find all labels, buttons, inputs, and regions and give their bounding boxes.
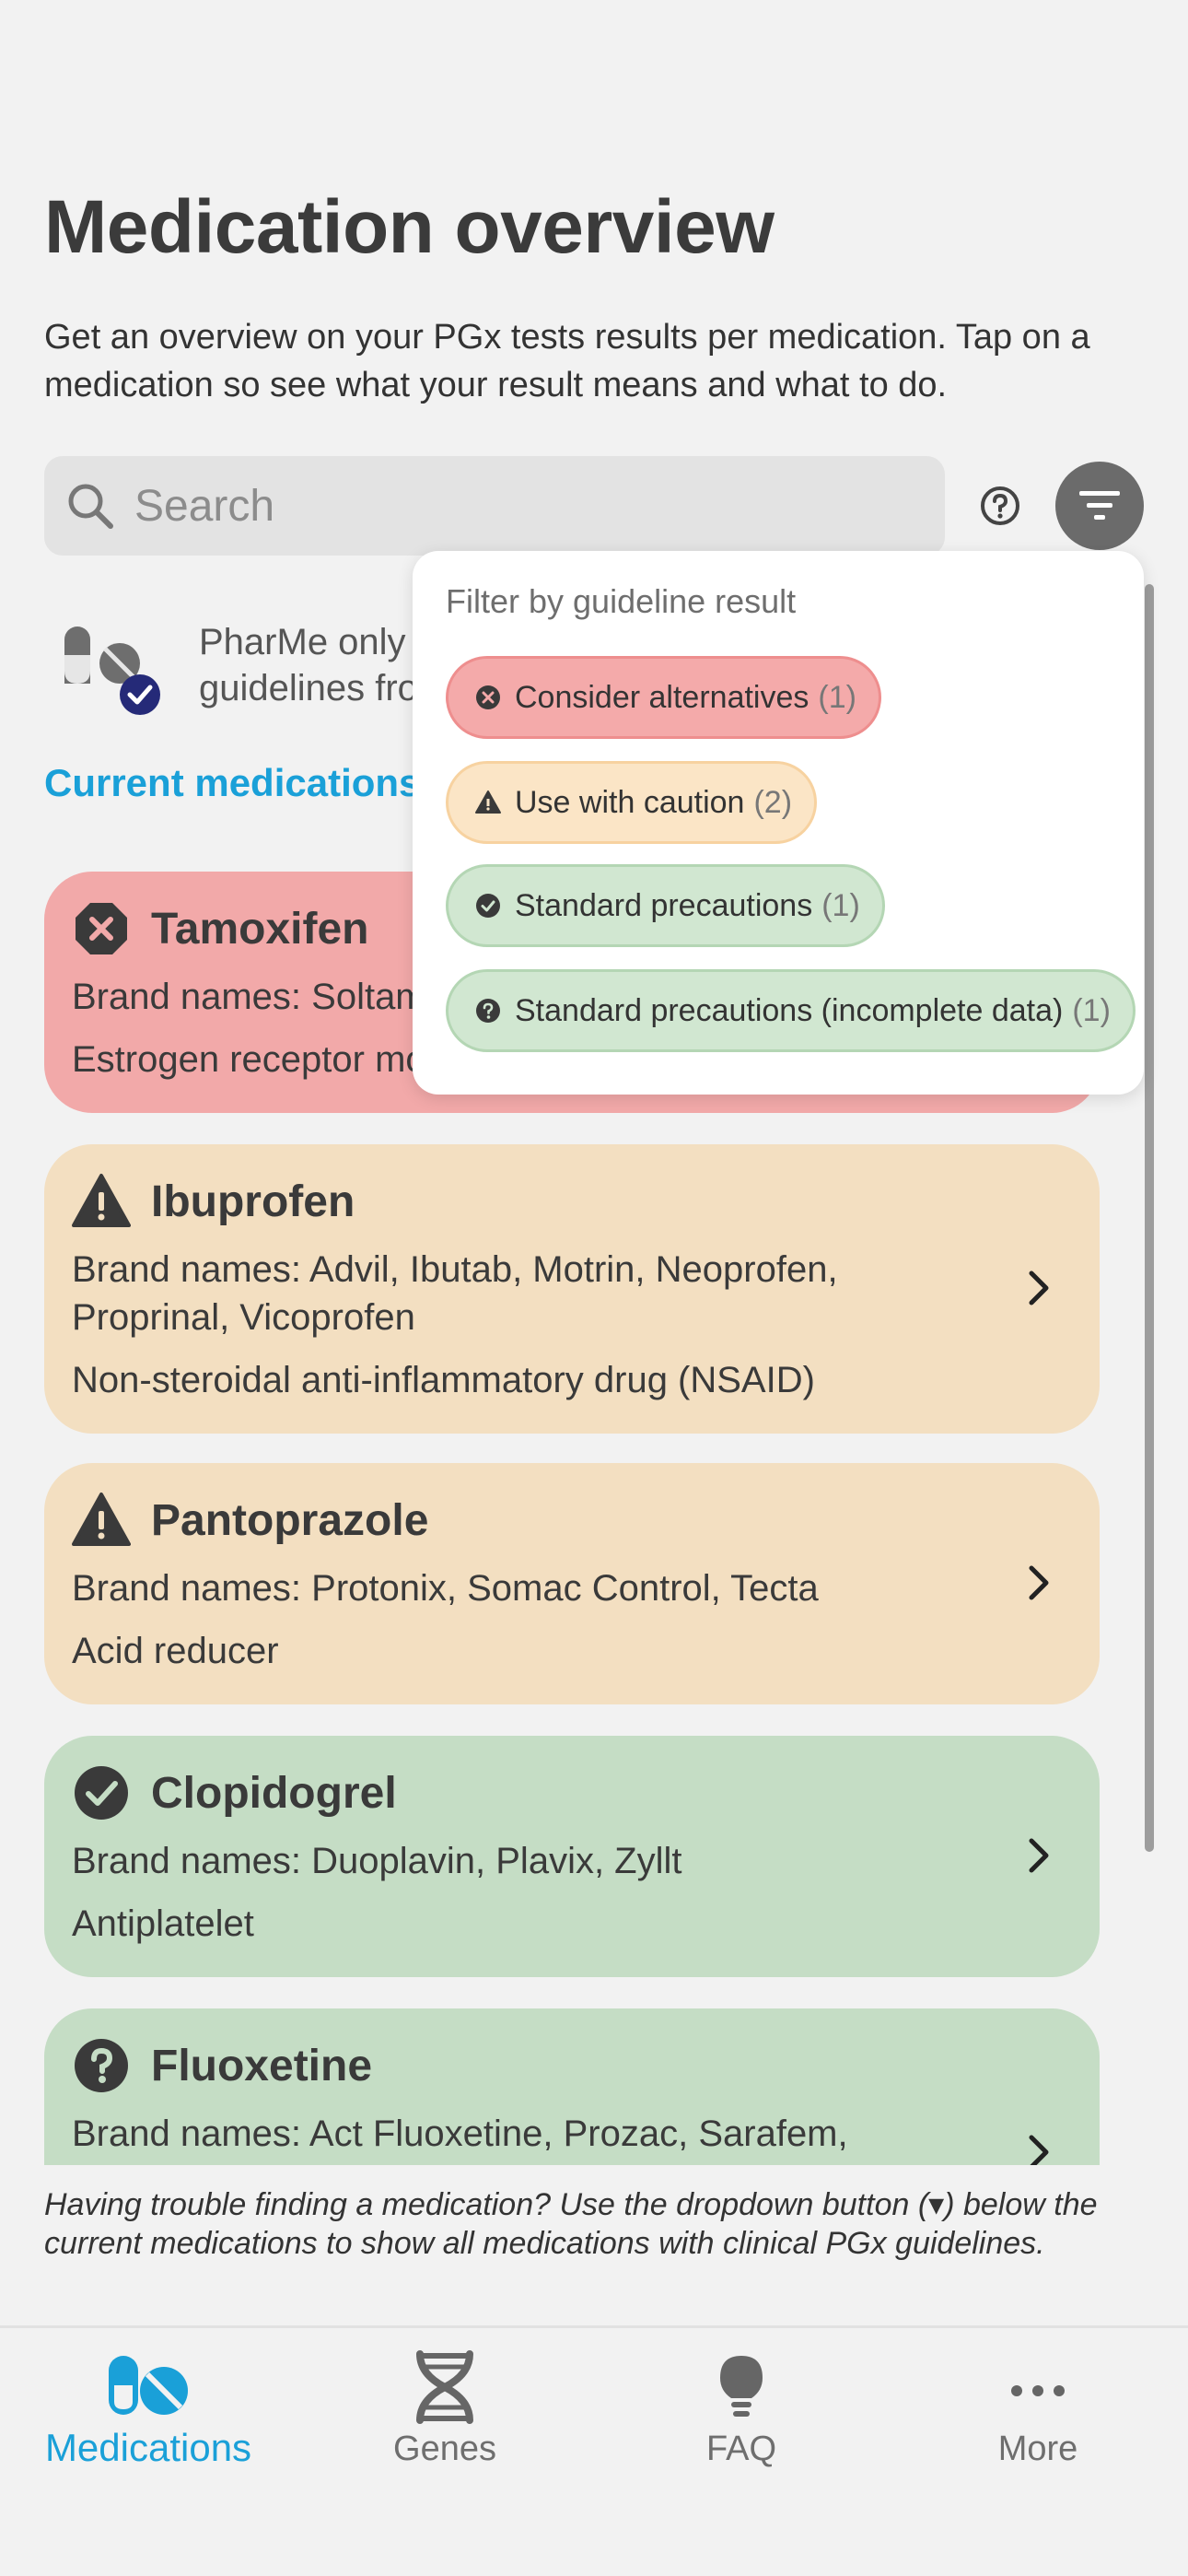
brand-names: Brand names: Protonix, Somac Control, Te… xyxy=(72,1568,819,1609)
question-circle-icon xyxy=(75,2039,128,2092)
medication-name: Pantoprazole xyxy=(151,1495,429,1545)
filter-button[interactable] xyxy=(1055,462,1144,550)
drug-class: Acid reducer xyxy=(72,1631,279,1671)
question-circle-icon xyxy=(476,999,500,1023)
more-icon xyxy=(1011,2385,1065,2396)
bottom-navigation: Medications Genes FAQ More xyxy=(0,2325,1188,2576)
drug-class: Non-steroidal anti-inflammatory drug (NS… xyxy=(72,1360,815,1400)
chip-count: (1) xyxy=(818,679,856,715)
chip-label: Use with caution xyxy=(515,784,745,820)
search-placeholder: Search xyxy=(134,481,275,531)
medication-card-fluoxetine[interactable]: Fluoxetine Brand names: Act Fluoxetine, … xyxy=(44,2008,1100,2165)
nav-label: More xyxy=(997,2430,1078,2468)
dna-icon xyxy=(416,2350,473,2424)
filter-icon xyxy=(1079,491,1120,520)
medication-name: Tamoxifen xyxy=(151,904,369,954)
chevron-right-icon xyxy=(1029,2135,1049,2165)
medication-card-ibuprofen[interactable]: Ibuprofen Brand names: Advil, Ibutab, Mo… xyxy=(44,1144,1100,1434)
checkmark-circle-icon xyxy=(75,1766,128,1820)
filter-chip-standard-precautions[interactable]: Standard precautions (1) xyxy=(446,864,885,947)
warning-icon xyxy=(475,790,501,814)
nav-item-genes[interactable]: Genes xyxy=(297,2328,593,2512)
search-input[interactable]: Search xyxy=(44,456,945,556)
filter-dropdown: Filter by guideline result Consider alte… xyxy=(413,551,1144,1095)
medication-name: Fluoxetine xyxy=(151,2041,373,2090)
chip-label: Consider alternatives xyxy=(515,679,809,715)
search-icon xyxy=(68,484,113,529)
medication-card-clopidogrel[interactable]: Clopidogrel Brand names: Duoplavin, Plav… xyxy=(44,1736,1100,1977)
filter-chip-standard-precautions-incomplete[interactable]: Standard precautions (incomplete data) (… xyxy=(446,969,1136,1052)
chip-label: Standard precautions xyxy=(515,887,813,923)
brand-names: Brand names: Act Fluoxetine, Prozac, Sar… xyxy=(72,2113,848,2154)
page-description: Get an overview on your PGx tests result… xyxy=(44,318,1090,404)
nav-item-more[interactable]: More xyxy=(890,2328,1186,2512)
nav-label: Genes xyxy=(393,2430,496,2468)
chip-count: (1) xyxy=(1072,992,1111,1028)
help-icon[interactable] xyxy=(978,484,1022,528)
nav-item-medications[interactable]: Medications xyxy=(0,2328,297,2512)
page-title: Medication overview xyxy=(44,185,775,269)
medication-name: Ibuprofen xyxy=(151,1177,355,1226)
filter-chip-use-with-caution[interactable]: Use with caution (2) xyxy=(446,761,818,844)
medication-name: Clopidogrel xyxy=(151,1768,397,1818)
warning-icon xyxy=(72,1174,131,1227)
nav-item-faq[interactable]: FAQ xyxy=(593,2328,890,2512)
chevron-right-icon xyxy=(1029,1270,1049,1306)
hint-text: Having trouble finding a medication? Use… xyxy=(44,2187,1098,2261)
chevron-right-icon xyxy=(1029,1838,1049,1873)
chevron-right-icon xyxy=(1029,1565,1049,1600)
filter-dropdown-title: Filter by guideline result xyxy=(446,582,797,620)
chip-count: (2) xyxy=(753,784,793,820)
chip-label: Standard precautions (incomplete data) xyxy=(515,992,1064,1028)
drug-class: Antiplatelet xyxy=(72,1903,254,1944)
brand-names: Brand names: Duoplavin, Plavix, Zyllt xyxy=(72,1841,682,1881)
lightbulb-icon xyxy=(720,2356,763,2417)
consider-alternatives-icon xyxy=(76,903,127,954)
warning-icon xyxy=(72,1493,131,1546)
current-medications-label[interactable]: Current medications xyxy=(44,761,420,805)
pills-verified-icon xyxy=(64,626,160,715)
nav-label: FAQ xyxy=(705,2430,777,2468)
filter-chip-consider-alternatives[interactable]: Consider alternatives (1) xyxy=(446,656,881,739)
checkmark-circle-icon xyxy=(476,894,500,918)
pills-icon xyxy=(109,2356,188,2415)
nav-label: Medications xyxy=(44,2426,252,2469)
x-circle-icon xyxy=(476,685,500,709)
chip-count: (1) xyxy=(821,887,860,923)
brand-names: Brand names: Advil, Ibutab, Motrin, Neop… xyxy=(72,1249,838,1338)
scrollbar[interactable] xyxy=(1145,584,1154,1852)
medication-card-pantoprazole[interactable]: Pantoprazole Brand names: Protonix, Soma… xyxy=(44,1463,1100,1704)
